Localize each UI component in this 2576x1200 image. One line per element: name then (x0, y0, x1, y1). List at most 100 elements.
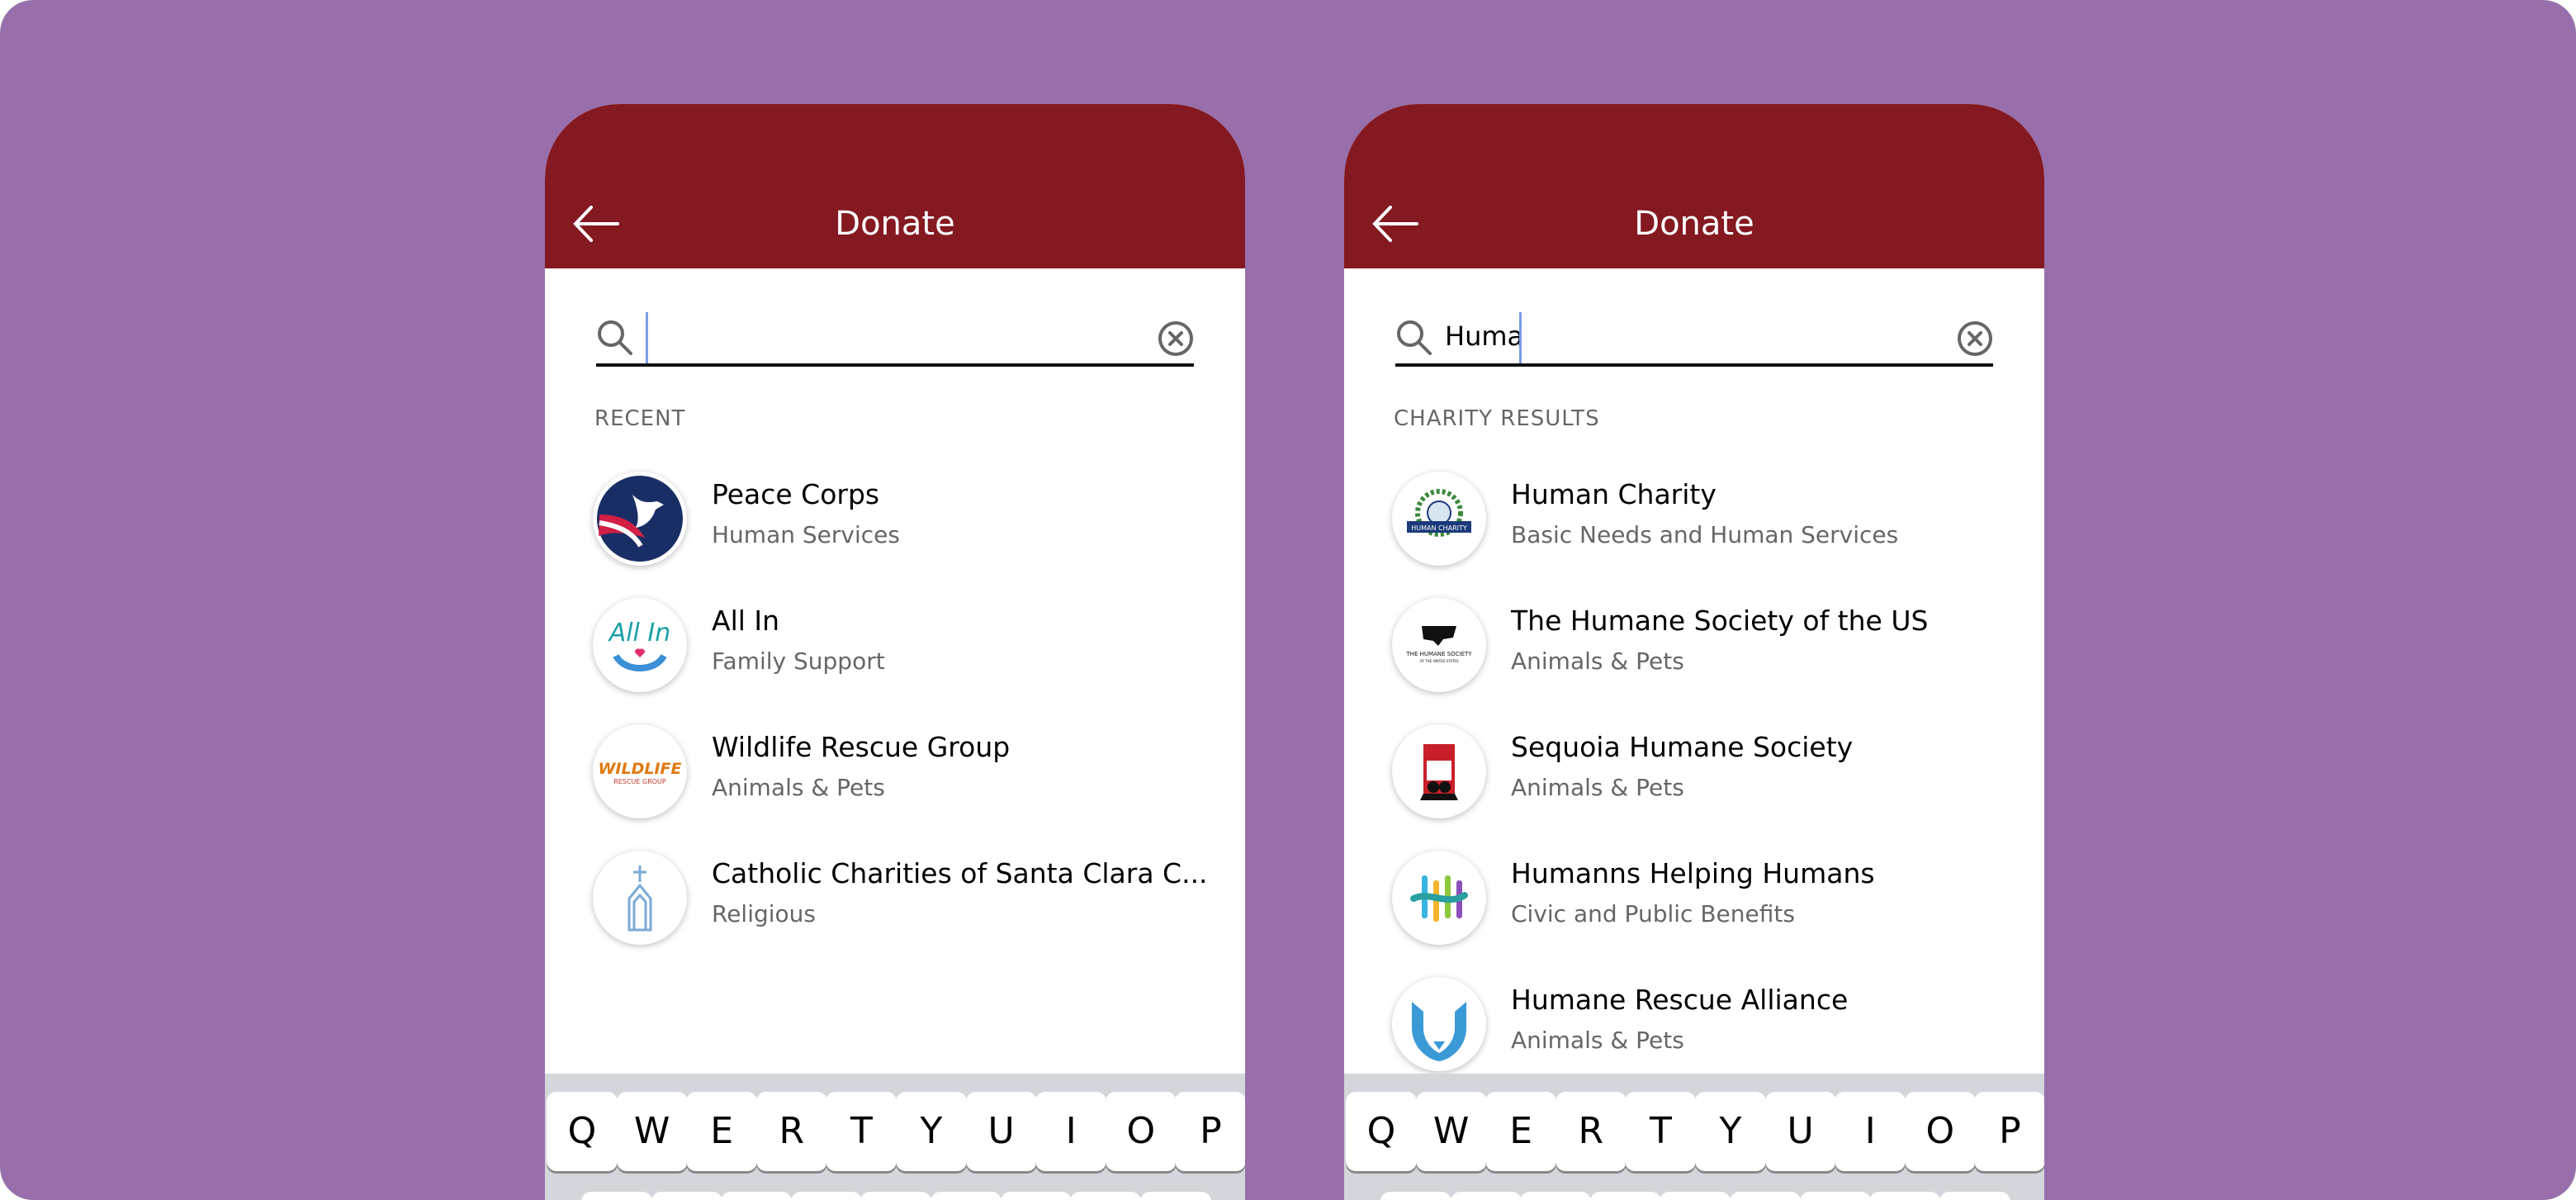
key-e[interactable]: E (686, 1092, 758, 1171)
humanns-helping-logo (1392, 851, 1486, 945)
charity-category: Civic and Public Benefits (1511, 900, 1795, 927)
charity-name: Human Charity (1511, 478, 1717, 510)
charity-category: Basic Needs and Human Services (1511, 521, 1899, 548)
keyboard-key[interactable] (1380, 1192, 1451, 1200)
svg-text:All In: All In (608, 619, 671, 647)
charity-list-item[interactable]: WILDLIFE RESCUE GROUP Wildlife Rescue Gro… (593, 718, 1220, 825)
key-p[interactable]: P (1175, 1092, 1245, 1171)
keyboard-key[interactable] (1730, 1192, 1801, 1200)
keyboard-key[interactable] (1139, 1192, 1211, 1200)
keyboard: QWERTYUIOP (545, 1074, 1245, 1200)
charity-list-item[interactable]: Catholic Charities of Santa Clara C... R… (593, 844, 1220, 951)
keyboard-key[interactable] (1869, 1192, 1941, 1200)
charity-category: Human Services (712, 521, 900, 548)
charity-name: Sequoia Humane Society (1511, 731, 1854, 763)
svg-text:RESCUE GROUP: RESCUE GROUP (613, 778, 666, 785)
key-r[interactable]: R (755, 1092, 827, 1171)
keyboard-key[interactable] (1520, 1192, 1592, 1200)
app-header: Donate (1344, 104, 2044, 268)
keyboard-key[interactable] (1799, 1192, 1871, 1200)
peace-corps-logo (593, 472, 687, 566)
keyboard: QWERTYUIOP (1344, 1074, 2044, 1200)
key-o[interactable]: O (1105, 1092, 1177, 1171)
clear-search-icon[interactable] (1158, 320, 1194, 357)
key-i[interactable]: I (1035, 1092, 1107, 1171)
charity-name: All In (712, 605, 780, 637)
search-input[interactable] (596, 302, 1194, 367)
humane-rescue-logo (1392, 977, 1486, 1071)
wildlife-rescue-logo: WILDLIFE RESCUE GROUP (593, 724, 687, 818)
key-w[interactable]: W (616, 1092, 688, 1171)
keyboard-key[interactable] (1070, 1192, 1142, 1200)
charity-name: Catholic Charities of Santa Clara C... (712, 857, 1208, 889)
svg-text:WILDLIFE: WILDLIFE (598, 760, 681, 778)
keyboard-key[interactable] (721, 1192, 793, 1200)
human-charity-logo: HUMAN CHARITY (1392, 472, 1486, 566)
sequoia-humane-logo (1392, 724, 1486, 818)
keyboard-key[interactable] (1660, 1192, 1731, 1200)
charity-list-item[interactable]: THE HUMANE SOCIETY OF THE UNITED STATES T… (1392, 591, 2020, 699)
keyboard-key[interactable] (581, 1192, 652, 1200)
charity-category: Religious (712, 900, 816, 927)
svg-text:OF THE UNITED STATES: OF THE UNITED STATES (1420, 659, 1459, 663)
keyboard-key[interactable] (930, 1192, 1002, 1200)
app-header: Donate (545, 104, 1245, 268)
search-icon (1395, 319, 1433, 357)
text-caret (646, 312, 648, 363)
section-header: RECENT (594, 406, 686, 431)
charity-category: Animals & Pets (1511, 774, 1684, 801)
all-in-logo: All In (593, 598, 687, 692)
key-w[interactable]: W (1415, 1092, 1487, 1171)
section-header: CHARITY RESULTS (1394, 406, 1600, 431)
text-caret (1519, 312, 1522, 363)
search-icon (596, 319, 634, 357)
key-u[interactable]: U (1764, 1092, 1836, 1171)
charity-list-item[interactable]: HUMAN CHARITY Human Charity Basic Needs … (1392, 465, 2020, 572)
svg-text:THE HUMANE SOCIETY: THE HUMANE SOCIETY (1405, 651, 1472, 657)
charity-list-item[interactable]: Peace Corps Human Services (593, 465, 1220, 572)
keyboard-key[interactable] (1000, 1192, 1072, 1200)
charity-list-item[interactable]: Humanns Helping Humans Civic and Public … (1392, 844, 2020, 951)
charity-list-item[interactable]: All In All In Family Support (593, 591, 1220, 699)
page-title: Donate (1634, 205, 1754, 243)
keyboard-key[interactable] (790, 1192, 862, 1200)
search-input[interactable]: Huma (1395, 302, 1993, 367)
phone-screen-left: Donate RECENT Peace Corps Human Services… (545, 104, 1245, 1200)
charity-name: Humane Rescue Alliance (1511, 984, 1849, 1016)
key-u[interactable]: U (965, 1092, 1037, 1171)
key-q[interactable]: Q (1346, 1092, 1417, 1171)
charity-list-item[interactable]: Humane Rescue Alliance Animals & Pets (1392, 970, 2020, 1078)
charity-category: Animals & Pets (1511, 1027, 1684, 1054)
charity-category: Family Support (712, 647, 885, 675)
charity-category: Animals & Pets (1511, 647, 1684, 675)
clear-search-icon[interactable] (1957, 320, 1993, 357)
key-p[interactable]: P (1974, 1092, 2044, 1171)
charity-list-item[interactable]: Sequoia Humane Society Animals & Pets (1392, 718, 2020, 825)
phone-screen-right: Donate Huma CHARITY RESULTS HUMAN CHARIT… (1344, 104, 2044, 1200)
key-i[interactable]: I (1835, 1092, 1906, 1171)
background (0, 0, 2576, 1200)
key-y[interactable]: Y (896, 1092, 967, 1171)
keyboard-key[interactable] (860, 1192, 932, 1200)
key-y[interactable]: Y (1695, 1092, 1766, 1171)
key-e[interactable]: E (1485, 1092, 1557, 1171)
keyboard-key[interactable] (1589, 1192, 1661, 1200)
search-text[interactable]: Huma (1445, 320, 1523, 352)
charity-name: The Humane Society of the US (1511, 605, 1929, 637)
key-r[interactable]: R (1555, 1092, 1627, 1171)
key-t[interactable]: T (826, 1092, 897, 1171)
humane-society-logo: THE HUMANE SOCIETY OF THE UNITED STATES (1392, 598, 1486, 692)
key-t[interactable]: T (1625, 1092, 1697, 1171)
svg-text:HUMAN CHARITY: HUMAN CHARITY (1411, 524, 1467, 532)
charity-name: Peace Corps (712, 478, 880, 510)
catholic-charities-logo (593, 851, 687, 945)
charity-name: Wildlife Rescue Group (712, 731, 1011, 763)
key-o[interactable]: O (1904, 1092, 1976, 1171)
charity-category: Animals & Pets (712, 774, 885, 801)
keyboard-key[interactable] (651, 1192, 722, 1200)
charity-name: Humanns Helping Humans (1511, 857, 1875, 889)
keyboard-key[interactable] (1939, 1192, 2010, 1200)
keyboard-key[interactable] (1450, 1192, 1522, 1200)
page-title: Donate (835, 205, 955, 243)
key-q[interactable]: Q (547, 1092, 618, 1171)
